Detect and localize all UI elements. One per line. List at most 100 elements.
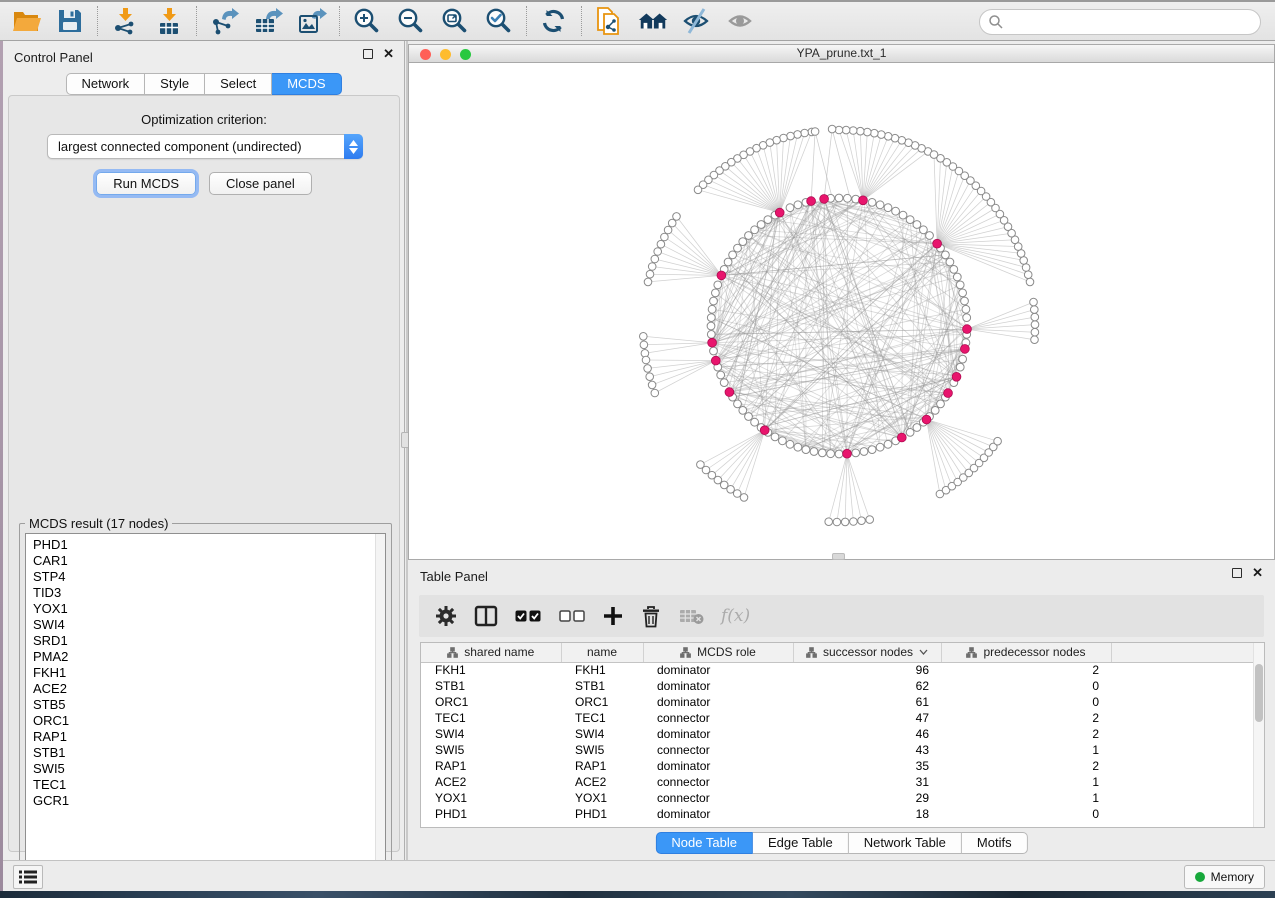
cell-MCDS-role[interactable]: dominator <box>643 678 793 694</box>
cell-predecessor-nodes[interactable]: 0 <box>941 806 1111 822</box>
import-table-icon[interactable] <box>153 5 185 37</box>
mcds-list-scrollbar[interactable] <box>375 534 385 880</box>
network-node[interactable] <box>648 381 656 389</box>
column-header-name[interactable]: name <box>561 643 643 662</box>
network-node[interactable] <box>850 518 858 526</box>
mcds-result-item[interactable]: TEC1 <box>26 777 385 793</box>
mcds-hub-node[interactable] <box>961 345 970 354</box>
network-node[interactable] <box>710 297 718 305</box>
column-header-predecessor-nodes[interactable]: predecessor nodes <box>941 643 1111 662</box>
network-node[interactable] <box>844 194 852 202</box>
network-node[interactable] <box>906 429 914 437</box>
mcds-hub-node[interactable] <box>897 433 906 442</box>
network-node[interactable] <box>835 450 843 458</box>
network-node[interactable] <box>811 128 819 136</box>
column-header-shared-name[interactable]: shared name <box>421 643 561 662</box>
cell-name[interactable]: PHD1 <box>561 806 643 822</box>
mcds-result-item[interactable]: FKH1 <box>26 665 385 681</box>
network-node[interactable] <box>857 127 865 135</box>
mcds-result-item[interactable]: PHD1 <box>26 537 385 553</box>
network-node[interactable] <box>833 518 841 526</box>
mcds-hub-node[interactable] <box>963 325 972 334</box>
network-node[interactable] <box>751 226 759 234</box>
mcds-result-item[interactable]: YOX1 <box>26 601 385 617</box>
network-node[interactable] <box>734 400 742 408</box>
export-table-icon[interactable] <box>252 5 284 37</box>
network-node[interactable] <box>956 363 964 371</box>
table-row[interactable]: ORC1ORC1dominator610 <box>421 694 1255 710</box>
table-row[interactable]: RAP1RAP1dominator352 <box>421 758 1255 774</box>
tab-network[interactable]: Network <box>65 73 145 95</box>
export-image-icon[interactable] <box>296 5 328 37</box>
mcds-result-item[interactable]: RAP1 <box>26 729 385 745</box>
cell-MCDS-role[interactable]: dominator <box>643 694 793 710</box>
open-session-icon[interactable] <box>10 5 42 37</box>
network-node[interactable] <box>642 356 650 364</box>
cell-predecessor-nodes[interactable]: 1 <box>941 774 1111 790</box>
show-hidden-icon[interactable] <box>725 5 757 37</box>
network-node[interactable] <box>740 494 748 502</box>
network-node[interactable] <box>942 251 950 259</box>
network-node[interactable] <box>668 219 676 227</box>
first-neighbors-icon[interactable] <box>637 5 669 37</box>
tab-style[interactable]: Style <box>145 73 205 95</box>
network-node[interactable] <box>712 289 720 297</box>
cell-successor-nodes[interactable]: 62 <box>793 678 941 694</box>
network-node[interactable] <box>892 207 900 215</box>
network-node[interactable] <box>794 201 802 209</box>
cell-name[interactable]: SWI5 <box>561 742 643 758</box>
mcds-hub-node[interactable] <box>807 197 816 206</box>
network-node[interactable] <box>884 440 892 448</box>
table-row[interactable]: STB1STB1dominator620 <box>421 678 1255 694</box>
network-node[interactable] <box>946 258 954 266</box>
network-node[interactable] <box>868 199 876 207</box>
network-node[interactable] <box>729 251 737 259</box>
criterion-select[interactable]: largest connected component (undirected) <box>47 134 363 159</box>
cell-name[interactable]: TEC1 <box>561 710 643 726</box>
cell-name[interactable]: STB1 <box>561 678 643 694</box>
mcds-result-item[interactable]: PMA2 <box>26 649 385 665</box>
table-row[interactable]: SWI4SWI4dominator462 <box>421 726 1255 742</box>
table-scrollbar-thumb[interactable] <box>1255 664 1263 722</box>
network-node[interactable] <box>849 127 857 135</box>
network-node[interactable] <box>1031 328 1039 336</box>
mcds-hub-node[interactable] <box>820 195 829 204</box>
network-node[interactable] <box>931 407 939 415</box>
cell-MCDS-role[interactable]: dominator <box>643 758 793 774</box>
cell-successor-nodes[interactable]: 31 <box>793 774 941 790</box>
cell-successor-nodes[interactable]: 96 <box>793 662 941 678</box>
cell-successor-nodes[interactable]: 29 <box>793 790 941 806</box>
export-network-icon[interactable] <box>208 5 240 37</box>
network-node[interactable] <box>640 333 648 341</box>
network-node[interactable] <box>745 232 753 240</box>
network-node[interactable] <box>801 129 809 137</box>
network-node[interactable] <box>842 126 850 134</box>
column-header-successor-nodes[interactable]: successor nodes <box>793 643 941 662</box>
table-scrollbar[interactable] <box>1253 643 1264 827</box>
network-node[interactable] <box>1031 313 1039 321</box>
cell-MCDS-role[interactable]: connector <box>643 790 793 806</box>
network-node[interactable] <box>757 221 765 229</box>
network-node[interactable] <box>664 226 672 234</box>
cell-name[interactable]: SWI4 <box>561 726 643 742</box>
network-node[interactable] <box>913 221 921 229</box>
network-node[interactable] <box>961 297 969 305</box>
network-graph[interactable] <box>409 63 1274 559</box>
network-node[interactable] <box>1026 278 1034 286</box>
cell-shared-name[interactable]: FKH1 <box>421 662 561 678</box>
mcds-hub-node[interactable] <box>843 449 852 458</box>
network-node[interactable] <box>657 240 665 248</box>
cell-predecessor-nodes[interactable]: 0 <box>941 678 1111 694</box>
tab-node-table[interactable]: Node Table <box>655 832 753 854</box>
cell-predecessor-nodes[interactable]: 1 <box>941 790 1111 806</box>
network-node[interactable] <box>802 446 810 454</box>
network-node[interactable] <box>787 132 795 140</box>
network-node[interactable] <box>724 258 732 266</box>
cell-name[interactable]: FKH1 <box>561 662 643 678</box>
cell-shared-name[interactable]: ORC1 <box>421 694 561 710</box>
mcds-result-item[interactable]: TID3 <box>26 585 385 601</box>
mcds-hub-node[interactable] <box>944 389 953 398</box>
cell-predecessor-nodes[interactable]: 2 <box>941 710 1111 726</box>
task-history-button[interactable] <box>13 865 43 889</box>
cell-shared-name[interactable]: SWI4 <box>421 726 561 742</box>
